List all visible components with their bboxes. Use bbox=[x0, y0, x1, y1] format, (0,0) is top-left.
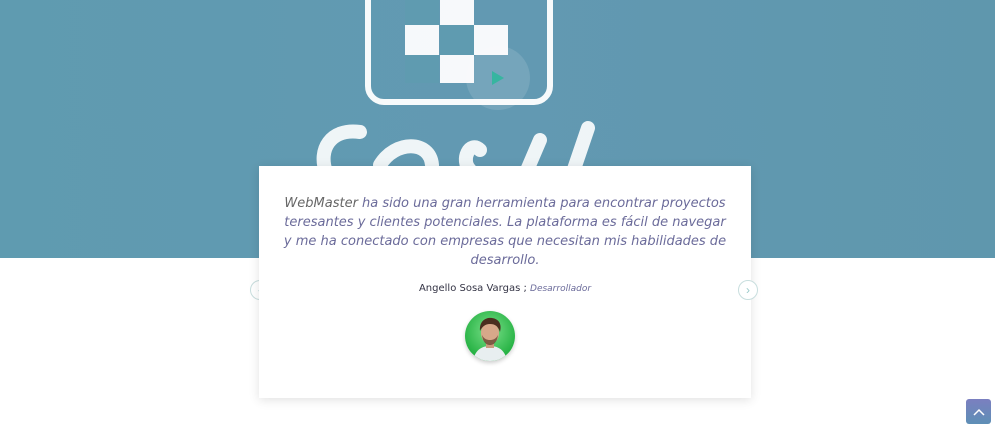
testimonial-card: WebMaster ha sido una gran herramienta p… bbox=[259, 166, 751, 398]
testimonial-role: Desarrollador bbox=[530, 284, 592, 294]
testimonial-author: Angello Sosa Vargas bbox=[418, 283, 521, 294]
chevron-up-icon bbox=[972, 408, 985, 416]
testimonial-quote: WebMaster ha sido una gran herramienta p… bbox=[281, 194, 729, 270]
testimonial-brand: WebMaster bbox=[284, 196, 358, 211]
chevron-right-icon: › bbox=[746, 283, 750, 297]
testimonial-author-line: Angello Sosa Vargas ; Desarrollador bbox=[259, 283, 751, 294]
play-icon bbox=[492, 71, 504, 85]
author-separator: ; bbox=[520, 283, 531, 294]
scroll-to-top-button[interactable] bbox=[966, 399, 991, 424]
avatar bbox=[465, 311, 515, 361]
play-video-button[interactable] bbox=[468, 48, 528, 108]
slider-next-button[interactable]: › bbox=[738, 280, 758, 300]
avatar-image bbox=[465, 311, 515, 361]
